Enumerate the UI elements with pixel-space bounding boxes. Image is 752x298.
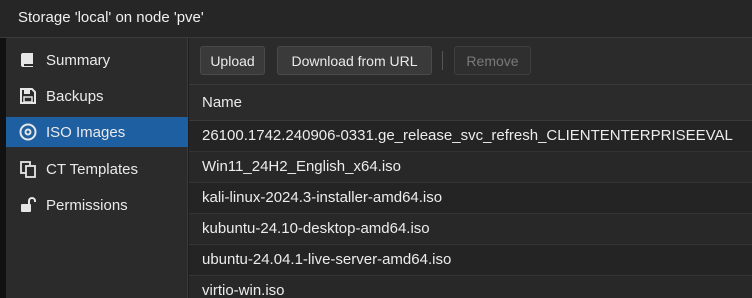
sidebar-item-backups[interactable]: Backups xyxy=(6,81,188,111)
toolbar: Upload Download from URL Remove xyxy=(189,38,752,85)
iso-name-cell: kali-linux-2024.3-installer-amd64.iso xyxy=(202,189,443,206)
column-header-name[interactable]: Name xyxy=(202,94,242,111)
sidebar-item-label: Summary xyxy=(46,51,111,69)
sidebar-item-permissions[interactable]: Permissions xyxy=(6,190,188,220)
download-from-url-button[interactable]: Download from URL xyxy=(277,46,432,75)
iso-name-cell: ubuntu-24.04.1-live-server-amd64.iso xyxy=(202,251,452,268)
iso-list: 26100.1742.240906-0331.ge_release_svc_re… xyxy=(189,121,752,298)
remove-button[interactable]: Remove xyxy=(454,46,531,75)
window-title: Storage 'local' on node 'pve' xyxy=(18,9,204,26)
disc-icon xyxy=(17,122,39,142)
iso-name-cell: Win11_24H2_English_x64.iso xyxy=(202,158,402,175)
iso-name-cell: kubuntu-24.10-desktop-amd64.iso xyxy=(202,220,430,237)
sidebar-item-ct-templates[interactable]: CT Templates xyxy=(6,154,188,184)
table-row[interactable]: ubuntu-24.04.1-live-server-amd64.iso xyxy=(189,245,752,276)
sidebar-item-summary[interactable]: Summary xyxy=(6,45,188,75)
table-row[interactable]: virtio-win.iso xyxy=(189,276,752,298)
table-row[interactable]: 26100.1742.240906-0331.ge_release_svc_re… xyxy=(189,121,752,152)
sidebar-item-label: Backups xyxy=(46,87,104,105)
sidebar-item-label: CT Templates xyxy=(46,160,138,178)
grid-header: Name xyxy=(189,85,752,121)
upload-button[interactable]: Upload xyxy=(200,46,265,75)
table-row[interactable]: kali-linux-2024.3-installer-amd64.iso xyxy=(189,183,752,214)
floppy-icon xyxy=(17,86,39,106)
copy-icon xyxy=(17,159,39,179)
toolbar-separator xyxy=(442,51,443,70)
sidebar-item-label: Permissions xyxy=(46,196,128,214)
storage-sidebar: Summary Backups ISO Images CT Templates … xyxy=(6,38,188,298)
iso-name-cell: 26100.1742.240906-0331.ge_release_svc_re… xyxy=(202,127,733,144)
window-titlebar: Storage 'local' on node 'pve' xyxy=(0,0,752,38)
unlock-icon xyxy=(17,195,39,215)
sidebar-item-label: ISO Images xyxy=(46,123,126,141)
table-row[interactable]: Win11_24H2_English_x64.iso xyxy=(189,152,752,183)
iso-images-panel: Upload Download from URL Remove Name 261… xyxy=(189,38,752,298)
book-icon xyxy=(17,50,39,70)
table-row[interactable]: kubuntu-24.10-desktop-amd64.iso xyxy=(189,214,752,245)
sidebar-item-iso-images[interactable]: ISO Images xyxy=(6,117,188,147)
iso-name-cell: virtio-win.iso xyxy=(202,282,285,298)
